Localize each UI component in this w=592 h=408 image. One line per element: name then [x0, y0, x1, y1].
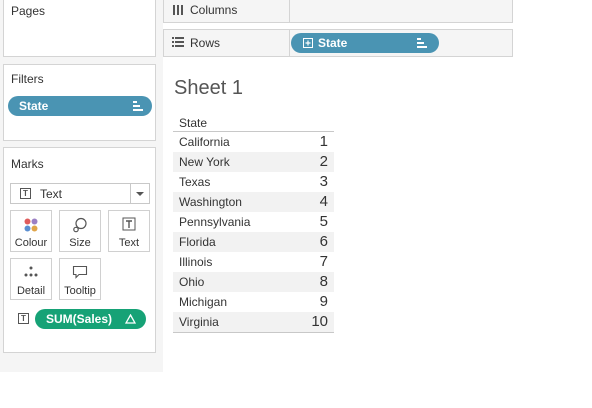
state-cell[interactable]: California	[179, 135, 230, 149]
value-cell[interactable]: 7	[320, 253, 328, 270]
table-bottom-border	[173, 332, 334, 333]
value-cell[interactable]: 1	[320, 133, 328, 150]
sort-descending-icon	[133, 101, 143, 111]
table-row[interactable]: Illinois 7	[173, 252, 334, 272]
value-cell[interactable]: 5	[320, 213, 328, 230]
filters-card[interactable]: Filters State	[3, 64, 156, 141]
mark-type-dropdown[interactable]: T Text	[10, 183, 150, 204]
state-cell[interactable]: Ohio	[179, 275, 204, 289]
text-icon	[122, 217, 136, 231]
chevron-down-icon[interactable]	[136, 192, 144, 196]
measure-pill-label: SUM(Sales)	[46, 312, 113, 326]
value-cell[interactable]: 4	[320, 193, 328, 210]
value-cell[interactable]: 9	[320, 293, 328, 310]
column-header-state[interactable]: State	[179, 116, 207, 130]
value-cell[interactable]: 6	[320, 233, 328, 250]
text-mark-icon: T	[20, 188, 31, 199]
marks-title: Marks	[11, 157, 44, 171]
size-icon	[73, 217, 87, 233]
value-cell[interactable]: 3	[320, 173, 328, 190]
table-row[interactable]: Washington 4	[173, 192, 334, 212]
size-button[interactable]: Size	[59, 210, 101, 252]
state-cell[interactable]: Pennsylvania	[179, 215, 250, 229]
measure-pill-sum-sales[interactable]: SUM(Sales)	[35, 309, 146, 329]
state-cell[interactable]: Virginia	[179, 315, 219, 329]
columns-icon	[173, 5, 183, 15]
table-row[interactable]: California 1	[173, 132, 334, 152]
state-cell[interactable]: Texas	[179, 175, 210, 189]
value-cell[interactable]: 2	[320, 153, 328, 170]
size-button-label: Size	[69, 237, 91, 249]
text-encoding-icon: T	[18, 313, 29, 324]
rows-pill-state[interactable]: State	[291, 33, 439, 53]
filters-title: Filters	[11, 72, 44, 86]
sort-descending-icon	[417, 38, 427, 48]
table-row[interactable]: Florida 6	[173, 232, 334, 252]
table-header: State	[173, 114, 334, 132]
table-row[interactable]: New York 2	[173, 152, 334, 172]
detail-button[interactable]: Detail	[10, 258, 52, 300]
filter-pill-state[interactable]: State	[8, 96, 152, 116]
mark-type-label: Text	[40, 187, 63, 201]
columns-shelf[interactable]: Columns	[163, 0, 513, 23]
marks-card: Marks T Text Colour Size Text Detail Too…	[3, 147, 156, 353]
detail-button-label: Detail	[16, 285, 46, 297]
filter-pill-label: State	[19, 99, 49, 113]
tooltip-button-label: Tooltip	[64, 285, 96, 297]
shelf-divider	[289, 0, 290, 22]
table-row[interactable]: Pennsylvania 5	[173, 212, 334, 232]
pages-title: Pages	[11, 4, 46, 18]
colour-button[interactable]: Colour	[10, 210, 52, 252]
state-cell[interactable]: Illinois	[179, 255, 212, 269]
plus-box-icon	[303, 38, 313, 48]
text-button-label: Text	[118, 237, 140, 249]
colour-button-label: Colour	[14, 237, 48, 249]
rows-pill-label: State	[318, 36, 348, 50]
text-button[interactable]: Text	[108, 210, 150, 252]
columns-label: Columns	[190, 3, 238, 17]
rows-icon	[172, 37, 184, 47]
sheet-title: Sheet 1	[174, 77, 243, 99]
state-cell[interactable]: Florida	[179, 235, 216, 249]
table-row[interactable]: Texas 3	[173, 172, 334, 192]
table-row[interactable]: Virginia 10	[173, 312, 334, 332]
shelf-divider	[289, 30, 290, 56]
pages-card[interactable]: Pages	[3, 0, 156, 57]
value-cell[interactable]: 10	[311, 313, 328, 330]
state-cell[interactable]: New York	[179, 155, 230, 169]
dropdown-divider	[130, 184, 131, 203]
table-row[interactable]: Ohio 8	[173, 272, 334, 292]
delta-icon	[125, 314, 136, 324]
table-row[interactable]: Michigan 9	[173, 292, 334, 312]
data-table: State California 1 New York 2 Texas 3 Washi…	[173, 114, 334, 333]
rows-label: Rows	[190, 36, 221, 50]
tooltip-button[interactable]: Tooltip	[59, 258, 101, 300]
state-cell[interactable]: Michigan	[179, 295, 227, 309]
colour-dots-icon	[24, 218, 38, 232]
value-cell[interactable]: 8	[320, 273, 328, 290]
rows-shelf[interactable]: Rows State	[163, 29, 513, 57]
detail-dots-icon	[24, 266, 38, 277]
tooltip-icon	[72, 265, 88, 279]
state-cell[interactable]: Washington	[179, 195, 242, 209]
